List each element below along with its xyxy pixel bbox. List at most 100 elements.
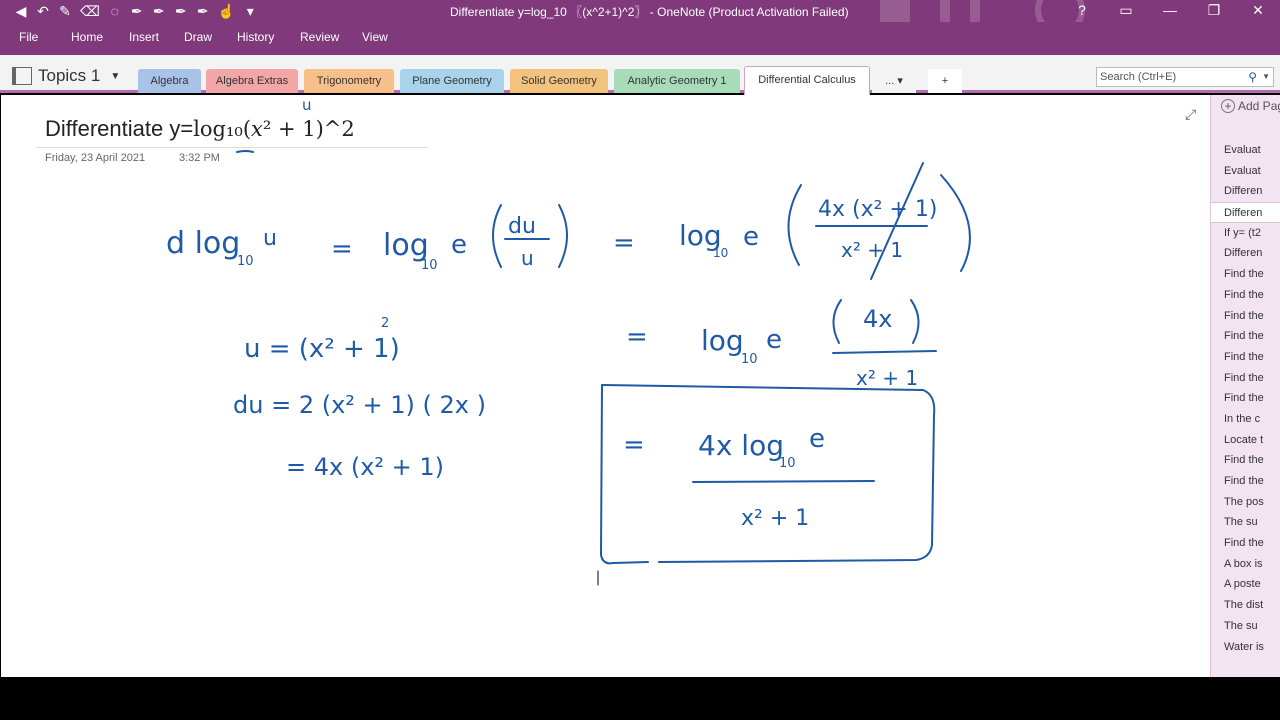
ribbon-tab-view[interactable]: View bbox=[362, 30, 388, 44]
page-list-item[interactable]: Find the bbox=[1211, 450, 1280, 471]
pen-green-icon[interactable]: ✒ bbox=[196, 3, 210, 20]
ribbon-tab-draw[interactable]: Draw bbox=[184, 30, 212, 44]
section-tab-3[interactable]: Plane Geometry bbox=[400, 69, 504, 93]
ink-row2-eq: = bbox=[626, 322, 648, 352]
page-list-item[interactable]: Differen bbox=[1211, 243, 1280, 264]
page-list-item[interactable]: The su bbox=[1211, 616, 1280, 637]
ribbon-tab-history[interactable]: History bbox=[237, 30, 274, 44]
section-tab-2[interactable]: Trigonometry bbox=[304, 69, 394, 93]
search-input[interactable]: Search (Ctrl+E) ⚲ ▼ bbox=[1096, 67, 1274, 87]
ink-big-paren-right bbox=[940, 174, 971, 272]
page-list-item[interactable]: A poste bbox=[1211, 574, 1280, 595]
eraser-icon[interactable]: ⌫ bbox=[80, 3, 100, 20]
ink-row1-log-sub: 10 bbox=[421, 258, 438, 273]
pen-black-icon[interactable]: ✒ bbox=[130, 3, 144, 20]
notebook-icon bbox=[12, 67, 32, 85]
ink-box-denominator: x² + 1 bbox=[741, 506, 809, 531]
page-list-item[interactable]: Evaluat bbox=[1211, 140, 1280, 161]
ribbon-tab-home[interactable]: Home bbox=[71, 30, 103, 44]
ink-row2-denominator: x² + 1 bbox=[856, 366, 918, 390]
close-button[interactable]: ✕ bbox=[1236, 0, 1280, 22]
page-list-item[interactable]: Find the bbox=[1211, 285, 1280, 306]
ink-row1-lhs: d log bbox=[166, 226, 240, 261]
section-tab-8[interactable]: + bbox=[928, 69, 962, 93]
ink-frac-line-3 bbox=[832, 350, 937, 354]
page-list-item[interactable]: Find the bbox=[1211, 264, 1280, 285]
search-scope-chevron-icon[interactable]: ▼ bbox=[1262, 68, 1270, 86]
ink-row2-log: log bbox=[701, 324, 744, 357]
lasso-icon[interactable]: ◌ bbox=[108, 3, 122, 19]
page-list-item[interactable]: Find the bbox=[1211, 533, 1280, 554]
page-list-item[interactable]: Differen bbox=[1211, 202, 1280, 223]
ribbon-tab-review[interactable]: Review bbox=[300, 30, 339, 44]
handwritten-ink: u d log 10 u = log 10 e du u = log 10 e … bbox=[166, 96, 971, 586]
page-list-item[interactable]: Find the bbox=[1211, 326, 1280, 347]
page-list-item[interactable]: If y= (t2 bbox=[1211, 223, 1280, 244]
ribbon-display-button[interactable]: ▭ bbox=[1104, 0, 1148, 22]
ink-row2-numerator: 4x bbox=[863, 305, 892, 333]
restore-button[interactable]: ❐ bbox=[1192, 0, 1236, 22]
minimize-button[interactable]: — bbox=[1148, 0, 1192, 22]
page-list-item[interactable]: In the c bbox=[1211, 409, 1280, 430]
window-controls: ? ▭ — ❐ ✕ bbox=[1060, 0, 1280, 22]
undo-icon[interactable]: ↶ bbox=[36, 3, 50, 20]
page-list-item[interactable]: Differen bbox=[1211, 181, 1280, 202]
page-list-item[interactable]: Find the bbox=[1211, 306, 1280, 327]
ink-box-right bbox=[601, 384, 936, 563]
search-icon[interactable]: ⚲ bbox=[1248, 68, 1257, 86]
page-list-item[interactable]: Locate t bbox=[1211, 430, 1280, 451]
search-placeholder: Search (Ctrl+E) bbox=[1100, 71, 1177, 83]
ink-row1-eq: = bbox=[331, 234, 353, 264]
page-list: Evaluat Evaluat Differen Differen If y= (t2 D… bbox=[1211, 140, 1280, 657]
page-list-item[interactable]: A box is bbox=[1211, 554, 1280, 575]
ink-u-mark: u bbox=[302, 96, 312, 114]
ink-u-square: 2 bbox=[381, 316, 389, 331]
page-list-item[interactable]: Find the bbox=[1211, 471, 1280, 492]
section-tab-1[interactable]: Algebra Extras bbox=[206, 69, 298, 93]
ink-paren-left bbox=[492, 204, 502, 268]
touch-icon[interactable]: ☝ bbox=[218, 3, 235, 20]
page-list-item[interactable]: Find the bbox=[1211, 347, 1280, 368]
page-list-item[interactable]: Evaluat bbox=[1211, 161, 1280, 182]
page-list-item[interactable]: The su bbox=[1211, 512, 1280, 533]
section-tab-0[interactable]: Algebra bbox=[138, 69, 201, 93]
ink-box-eq: = bbox=[623, 430, 645, 460]
page-list-item[interactable]: Water is bbox=[1211, 637, 1280, 658]
section-tab-5[interactable]: Analytic Geometry 1 bbox=[614, 69, 740, 93]
ink-row1-denominator: x² + 1 bbox=[841, 238, 903, 262]
ribbon-tab-insert[interactable]: Insert bbox=[129, 30, 159, 44]
customize-icon[interactable]: ▾ bbox=[243, 3, 257, 20]
section-tab-4[interactable]: Solid Geometry bbox=[510, 69, 608, 93]
page-list-item[interactable]: The dist bbox=[1211, 595, 1280, 616]
ink-u-definition: u = (x² + 1) bbox=[244, 334, 400, 364]
add-page-button[interactable]: +Add Page bbox=[1221, 99, 1280, 113]
section-tab-6[interactable]: Differential Calculus bbox=[744, 66, 870, 96]
pen-icon[interactable]: ✎ bbox=[58, 3, 72, 20]
ink-du-value: = 4x (x² + 1) bbox=[286, 453, 444, 481]
back-icon[interactable]: ◀ bbox=[14, 3, 28, 20]
ink-row1-e2: e bbox=[743, 222, 759, 252]
ink-row2-log-sub: 10 bbox=[741, 352, 758, 367]
title-bar: ◀ ↶ ✎ ⌫ ◌ ✒ ✒ ✒ ✒ ☝ ▾ Differentiate y=log_10 〖(x^2… bbox=[0, 0, 1280, 35]
ink-du: du bbox=[508, 214, 536, 239]
ribbon-tab-file[interactable]: File bbox=[19, 30, 38, 44]
help-button[interactable]: ? bbox=[1060, 0, 1104, 22]
ink-row1-numerator: 4x (x² + 1) bbox=[818, 197, 937, 222]
notebook-selector[interactable]: Topics 1 ▼ bbox=[12, 66, 120, 86]
ink-box-numerator: 4x log bbox=[698, 429, 784, 462]
ink-row1-sub: 10 bbox=[237, 254, 254, 269]
notebook-name: Topics 1 bbox=[38, 66, 101, 85]
page-list-item[interactable]: Find the bbox=[1211, 368, 1280, 389]
page-canvas[interactable]: Differentiate y=log₁₀(𝑥² + 1)^2 Friday, … bbox=[1, 95, 1210, 677]
page-list-item[interactable]: Find the bbox=[1211, 388, 1280, 409]
ink-row1-log2-sub: 10 bbox=[713, 246, 728, 260]
pen-blue-icon[interactable]: ✒ bbox=[174, 3, 188, 20]
ink-row1-eq2: = bbox=[613, 228, 635, 258]
ink-row2-e: e bbox=[766, 325, 782, 355]
page-list-item[interactable]: The pos bbox=[1211, 492, 1280, 513]
section-tab-7[interactable]: ... ▾ bbox=[872, 69, 916, 93]
ink-box-frac-line bbox=[692, 480, 875, 483]
ink-du-line: du = 2 (x² + 1) ( 2x ) bbox=[233, 391, 486, 419]
pen-red-icon[interactable]: ✒ bbox=[152, 3, 166, 20]
add-icon: + bbox=[1221, 99, 1235, 113]
